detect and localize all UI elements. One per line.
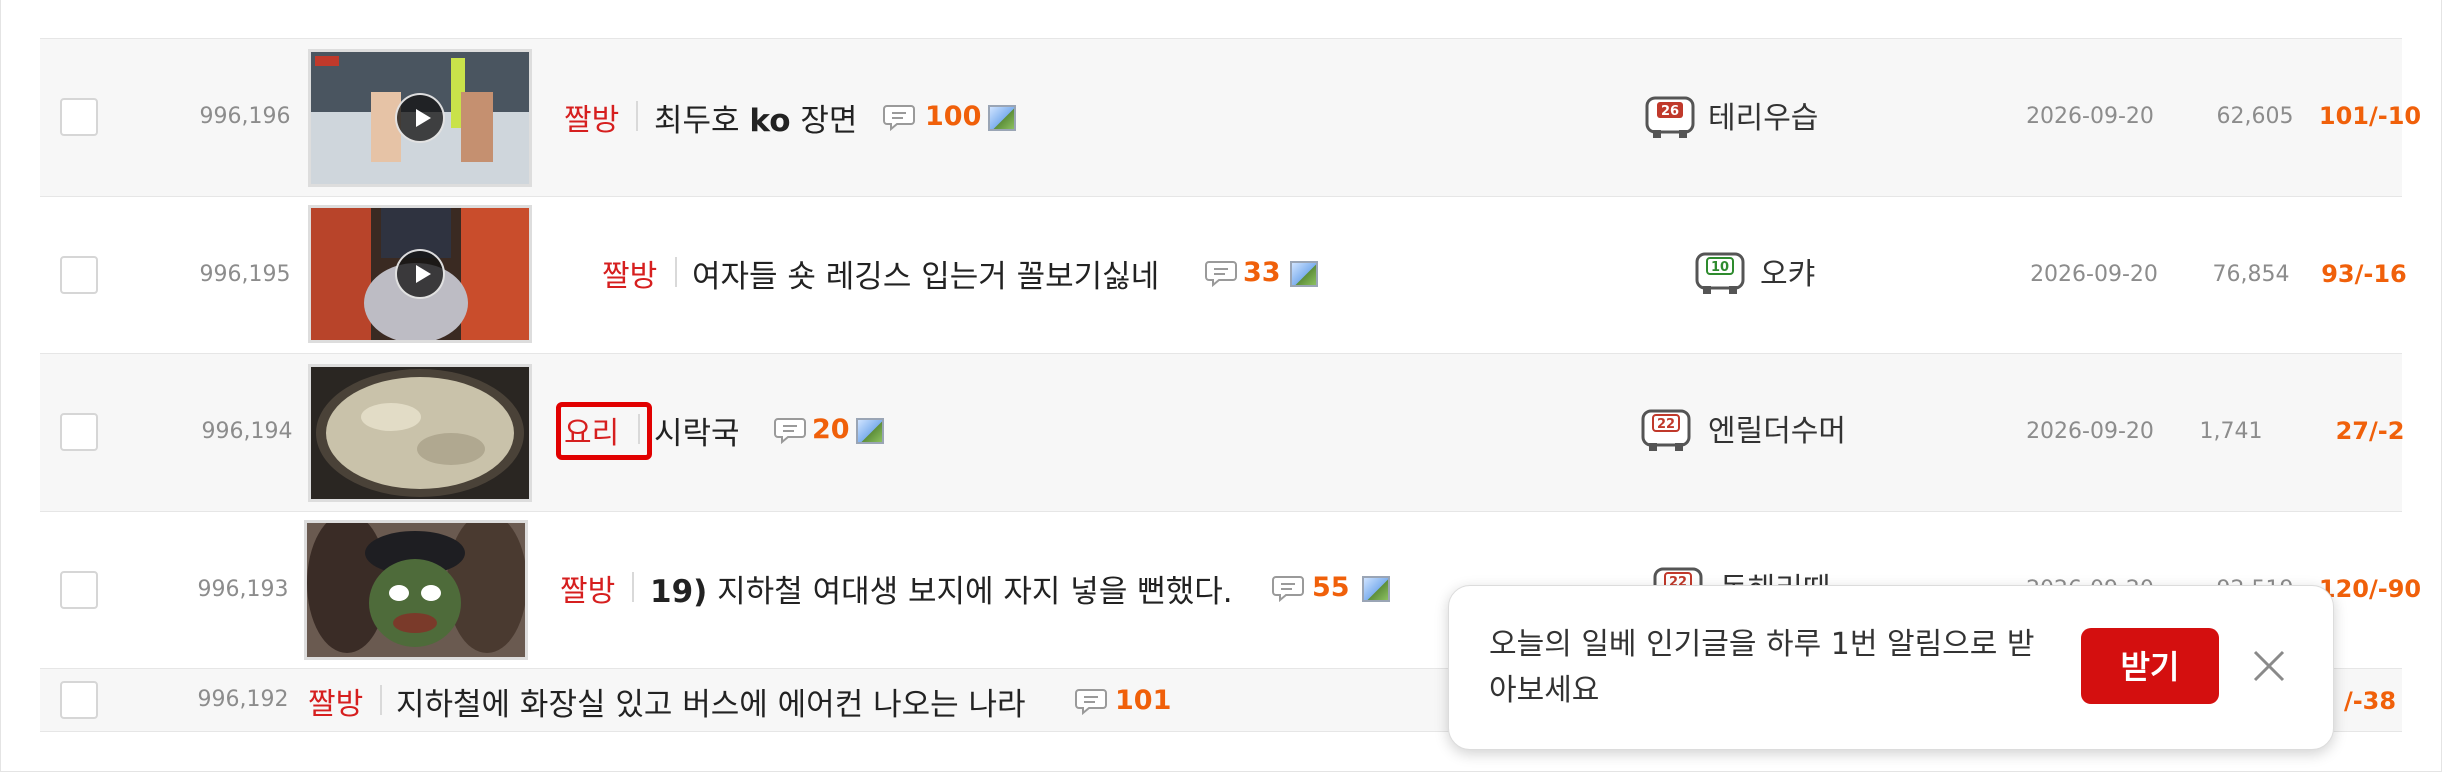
- title-part: 지하철 여대생 보지에 자지 넣을 뻔했다.: [707, 574, 1233, 610]
- post-title[interactable]: 여자들 숏 레깅스 입는거 꼴보기싫네: [692, 251, 1159, 296]
- post-date: 2026-09-20: [2030, 262, 2158, 287]
- comment-icon: [1272, 576, 1304, 602]
- table-row[interactable]: 996,195 짤방 여자들 숏 레깅스 입는거 꼴보기싫네 33 10 오캬 …: [40, 196, 2407, 353]
- category-label[interactable]: 짤방: [564, 95, 619, 139]
- table-row[interactable]: 996,194 요리 시락국 20 22 엔릴더수머 2026-09-20 1,…: [40, 353, 2404, 511]
- play-icon[interactable]: [395, 93, 445, 143]
- image-attachment-icon: [856, 418, 884, 444]
- author-nickname[interactable]: 테리우습: [1708, 93, 1818, 137]
- post-title[interactable]: 지하철에 화장실 있고 버스에 에어컨 나오는 나라: [396, 679, 1026, 724]
- image-attachment-icon: [1290, 261, 1318, 287]
- post-title[interactable]: 시락국: [654, 408, 740, 453]
- comment-icon: [774, 418, 806, 444]
- category-divider: [380, 685, 382, 715]
- svg-text:26: 26: [1661, 104, 1679, 119]
- popup-message: 오늘의 일베 인기글을 하루 1번 알림으로 받아보세요: [1489, 627, 2035, 708]
- view-count: 1,741: [2199, 419, 2263, 444]
- category-label[interactable]: 짤방: [308, 679, 363, 723]
- post-title[interactable]: 19) 지하철 여대생 보지에 자지 넣을 뻔했다.: [650, 566, 1233, 611]
- author-nickname[interactable]: 엔릴더수머: [1708, 406, 1846, 450]
- level-badge-icon: 10: [1695, 252, 1745, 294]
- post-thumbnail[interactable]: [304, 520, 528, 660]
- vote-count: 101/-10: [2318, 102, 2422, 130]
- category-label[interactable]: 짤방: [602, 251, 657, 295]
- image-attachment-icon: [988, 105, 1016, 131]
- post-number: 996,192: [197, 687, 289, 712]
- post-thumbnail[interactable]: [308, 205, 532, 343]
- comment-count[interactable]: 101: [1115, 685, 1171, 716]
- comment-icon: [1205, 261, 1237, 287]
- post-number: 996,194: [201, 419, 293, 444]
- thumbnail-image: [311, 367, 529, 499]
- title-part-bold: 19): [650, 574, 708, 610]
- comment-count[interactable]: 55: [1312, 572, 1350, 603]
- svg-text:22: 22: [1657, 417, 1675, 432]
- post-number: 996,196: [199, 104, 291, 129]
- title-part: 지하철에 화장실 있고 버스에 에어컨 나오는 나라: [396, 687, 1026, 723]
- title-part: 장면: [790, 103, 858, 139]
- row-checkbox[interactable]: [60, 413, 98, 451]
- post-number: 996,193: [197, 577, 289, 602]
- level-badge-icon: 26: [1645, 96, 1695, 138]
- title-part-bold: ko: [749, 103, 791, 139]
- thumbnail-image: [307, 523, 525, 657]
- vote-count: 93/-16: [2321, 260, 2407, 288]
- post-thumbnail[interactable]: [308, 49, 532, 187]
- comment-count[interactable]: 100: [925, 101, 981, 132]
- title-part: 최두호: [654, 103, 750, 139]
- title-part: 시락국: [654, 416, 740, 452]
- post-thumbnail[interactable]: [308, 364, 532, 502]
- notification-popup: 오늘의 일베 인기글을 하루 1번 알림으로 받아보세요 받기: [1448, 585, 2334, 750]
- level-badge-icon: 22: [1641, 409, 1691, 451]
- image-attachment-icon: [1362, 576, 1390, 602]
- play-icon[interactable]: [395, 249, 445, 299]
- post-date: 2026-09-20: [2026, 104, 2154, 129]
- category-highlight-box: [556, 402, 652, 460]
- comment-count[interactable]: 20: [812, 414, 850, 445]
- category-divider: [636, 101, 638, 131]
- comment-count[interactable]: 33: [1243, 257, 1281, 288]
- table-row[interactable]: 996,196 짤방 최두호 ko 장면 100 26 테리우습 2026-09…: [40, 38, 2421, 196]
- comment-icon: [1075, 689, 1107, 715]
- comment-icon: [883, 105, 915, 131]
- svg-text:10: 10: [1711, 260, 1729, 275]
- post-title[interactable]: 최두호 ko 장면: [654, 95, 857, 140]
- category-divider: [675, 257, 677, 287]
- post-number: 996,195: [199, 262, 291, 287]
- row-checkbox[interactable]: [60, 256, 98, 294]
- accept-notification-button[interactable]: 받기: [2081, 628, 2219, 704]
- row-checkbox[interactable]: [60, 571, 98, 609]
- title-part: 여자들 숏 레깅스 입는거 꼴보기싫네: [692, 259, 1160, 295]
- vote-count: 27/-2: [2335, 417, 2405, 445]
- row-checkbox[interactable]: [60, 681, 98, 719]
- author-nickname[interactable]: 오캬: [1760, 249, 1815, 293]
- close-icon[interactable]: [2245, 642, 2293, 690]
- category-label[interactable]: 짤방: [560, 566, 615, 610]
- row-checkbox[interactable]: [60, 98, 98, 136]
- category-divider: [632, 572, 634, 602]
